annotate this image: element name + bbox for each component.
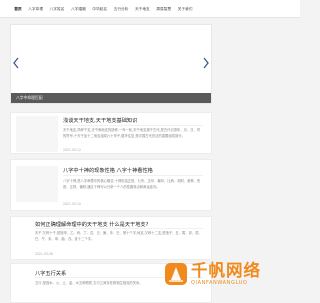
top-navigation-bar: 首页 八字命理 八字姓名 八字婚姻 中华起名 五行分析 天干地支 周易智慧 关于…: [0, 0, 300, 18]
article-title[interactable]: 如何正确理解命理中的天干地支 什么是天干地支?: [35, 221, 148, 228]
watermark-text: 千帆网络 QIANFANWANGLUO: [191, 261, 261, 287]
article-card[interactable]: 浅谈天干地支,天干地支基础知识 天干地支,简称干支,天干和地支的统称,一年一轮,…: [10, 112, 212, 154]
article-title[interactable]: 八字五行关系: [35, 270, 66, 277]
nav-item-tiangan-dizhi[interactable]: 天干地支: [132, 0, 153, 18]
article-card[interactable]: 如何正确理解命理中的天干地支 什么是天干地支? 天干,又称十干,是指甲、乙、丙、…: [10, 216, 212, 260]
article-date: 2021-05-08: [35, 252, 53, 256]
article-date: 2021-05-10: [63, 202, 81, 206]
nav-item-bazi-xingming[interactable]: 八字姓名: [46, 0, 67, 18]
article-card[interactable]: 八字中十神的现象性格 八字十神看性格 八字十神,是八字命理中的核心概念,十神包括…: [10, 159, 212, 211]
article-thumbnail[interactable]: [16, 116, 58, 152]
article-excerpt: 八字十神,是八字命理中的核心概念,十神包括正官、七杀、正印、偏印、比肩、劫财、食…: [63, 179, 201, 189]
watermark-logo: 千帆网络 QIANFANWANGLUO: [165, 262, 261, 286]
nav-item-bazi-mingli[interactable]: 八字命理: [25, 0, 46, 18]
watermark-name: 千帆网络: [191, 261, 261, 280]
slider-prev-arrow-icon[interactable]: [12, 56, 20, 70]
title-divider: [63, 125, 203, 126]
nav-item-zhonghua-qiming[interactable]: 中华起名: [89, 0, 110, 18]
banner-caption[interactable]: 八字中命理匹配: [11, 93, 211, 103]
sail-logo-icon: [165, 263, 187, 285]
article-title[interactable]: 八字中十神的现象性格 八字十神看性格: [63, 167, 153, 174]
slider-next-arrow-icon[interactable]: [202, 56, 210, 70]
nav-item-zhouyi-zhihui[interactable]: 周易智慧: [153, 0, 174, 18]
banner-slider: 八字中命理匹配: [10, 24, 212, 104]
watermark-subtitle: QIANFANWANGLUO: [191, 280, 248, 286]
nav-item-bazi-hunyin[interactable]: 八字婚姻: [68, 0, 89, 18]
nav-item-home[interactable]: 首页: [11, 0, 25, 18]
main-content: 八字中命理匹配: [10, 24, 212, 104]
nav-menu: 首页 八字命理 八字姓名 八字婚姻 中华起名 五行分析 天干地支 周易智慧 关于…: [11, 0, 196, 18]
article-excerpt: 天干,又称十干,是指甲、乙、丙、丁、戊、己、庚、辛、壬、癸十个字,地支,又称十二…: [35, 231, 202, 241]
article-thumbnail[interactable]: [16, 166, 58, 202]
title-divider: [35, 228, 203, 229]
article-excerpt: 天干地支,简称干支,天干和地支的统称,一年一轮,天干地支源于古代,是古代记录年、…: [63, 128, 201, 138]
nav-item-wuxing-fenxi[interactable]: 五行分析: [110, 0, 131, 18]
title-divider: [63, 175, 203, 176]
article-excerpt: 五行,是指木、火、土、金、水五种物质,五行之间存在着相生相克的关系。: [35, 281, 143, 285]
nav-item-about-us[interactable]: 关于我们: [174, 0, 195, 18]
article-date: 2021-05-12: [63, 148, 81, 152]
article-title[interactable]: 浅谈天干地支,天干地支基础知识: [63, 117, 137, 124]
